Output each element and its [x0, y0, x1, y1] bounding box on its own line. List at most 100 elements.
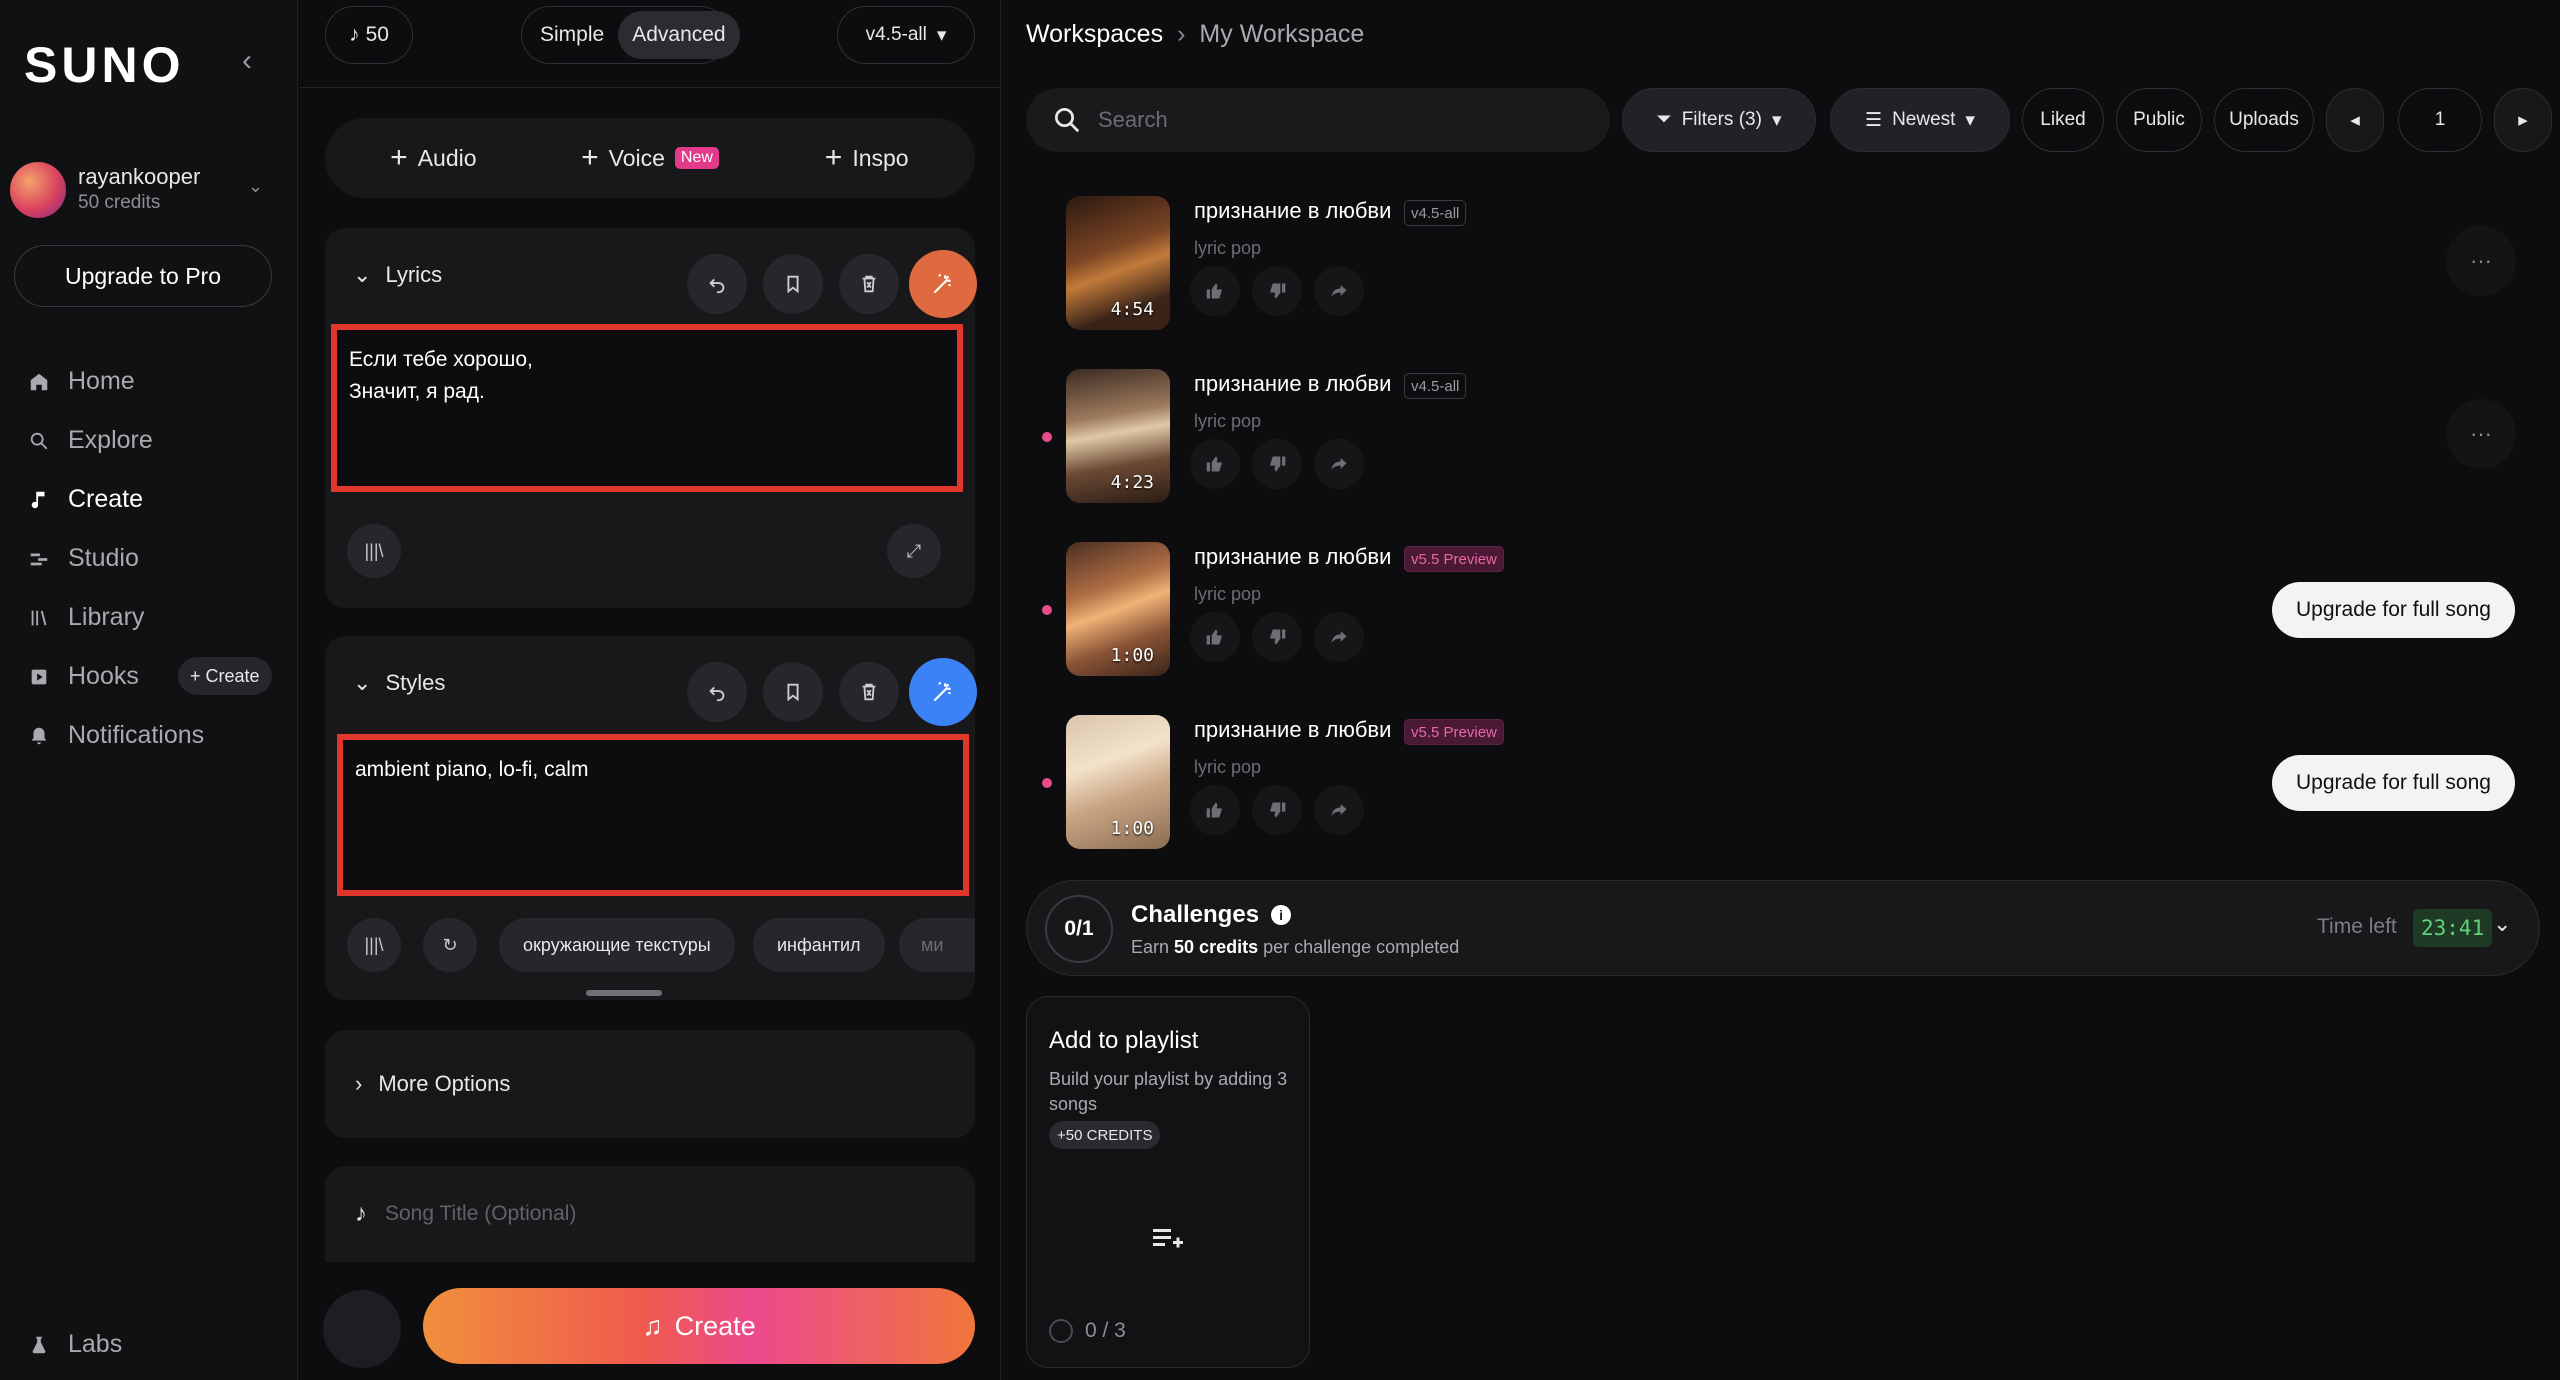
challenges-banner[interactable]: 0/1 Challenges i Earn 50 credits per cha… [1026, 880, 2540, 976]
public-filter-button[interactable]: Public [2116, 88, 2202, 152]
song-row[interactable]: 4:23 признание в любви v4.5-all lyric po… [1026, 353, 2540, 503]
sidebar-item-home[interactable]: Home [26, 352, 286, 411]
credits-pill[interactable]: ♪ 50 [325, 6, 413, 64]
thumbs-down-icon[interactable] [1252, 439, 1302, 489]
model-version-select[interactable]: v4.5-all ▾ [837, 6, 975, 64]
song-cover[interactable]: 1:00 [1066, 542, 1170, 676]
next-page-button[interactable]: ▸ [2494, 88, 2552, 152]
song-row[interactable]: 1:00 признание в любви v5.5 Preview lyri… [1026, 699, 2540, 849]
sidebar-item-studio[interactable]: Studio [26, 529, 286, 588]
library-icon[interactable]: |||\ [347, 524, 401, 578]
collapse-sidebar-icon[interactable]: ‹ [232, 46, 262, 76]
share-icon[interactable] [1314, 785, 1364, 835]
bookmark-button[interactable] [763, 662, 823, 722]
thumbs-down-icon[interactable] [1252, 612, 1302, 662]
style-tag-chip[interactable]: ми [899, 918, 975, 972]
liked-filter-button[interactable]: Liked [2022, 88, 2104, 152]
create-song-button[interactable]: ♫ Create [423, 1288, 975, 1364]
expand-icon[interactable]: ⤢ [887, 524, 941, 578]
challenge-progress: 0/1 [1045, 895, 1113, 963]
generate-styles-button[interactable] [909, 658, 977, 726]
search-input[interactable] [1098, 107, 1578, 133]
thumbs-up-icon[interactable] [1190, 785, 1240, 835]
share-icon[interactable] [1314, 266, 1364, 316]
sidebar-item-hooks[interactable]: Hooks + Create [26, 647, 286, 706]
studio-icon [26, 546, 52, 572]
clear-button[interactable] [839, 254, 899, 314]
lyrics-toggle[interactable]: ⌄ Lyrics [353, 262, 442, 288]
challenges-title-text: Challenges [1131, 901, 1260, 928]
song-row[interactable]: 1:00 признание в любви v5.5 Preview lyri… [1026, 526, 2540, 676]
thumbs-up-icon[interactable] [1190, 612, 1240, 662]
upgrade-full-song-button[interactable]: Upgrade for full song [2272, 755, 2515, 811]
user-menu[interactable]: rayankooper 50 credits ⌄ [10, 160, 270, 220]
resize-handle[interactable] [586, 990, 662, 996]
page-number[interactable]: 1 [2398, 88, 2482, 152]
uploads-filter-button[interactable]: Uploads [2214, 88, 2314, 152]
advanced-mode-button[interactable]: Advanced [618, 11, 740, 59]
upgrade-to-pro-button[interactable]: Upgrade to Pro [14, 245, 272, 307]
challenge-card[interactable]: Add to playlist Build your playlist by a… [1026, 996, 1310, 1368]
generate-lyrics-button[interactable] [909, 250, 977, 318]
hooks-icon [26, 664, 52, 690]
chevron-right-icon: › [355, 1071, 363, 1096]
song-genre[interactable]: lyric pop [1194, 584, 1261, 605]
avatar [10, 162, 66, 218]
thumbs-up-icon[interactable] [1190, 439, 1240, 489]
song-title[interactable]: признание в любви [1194, 717, 1391, 743]
song-actions [1190, 266, 1364, 316]
create-panel: ♪ 50 Simple Advanced v4.5-all ▾ + Audio … [299, 0, 1001, 1380]
song-genre[interactable]: lyric pop [1194, 411, 1261, 432]
song-cover[interactable]: 1:00 [1066, 715, 1170, 849]
more-options-toggle[interactable]: › More Options [325, 1030, 975, 1138]
library-icon[interactable]: |||\ [347, 918, 401, 972]
sort-button[interactable]: ☰ Newest ▾ [1830, 88, 2010, 152]
refresh-tags-icon[interactable]: ↻ [423, 918, 477, 972]
undo-button[interactable] [687, 254, 747, 314]
clear-button[interactable] [839, 662, 899, 722]
sidebar-item-explore[interactable]: Explore [26, 411, 286, 470]
song-cover[interactable]: 4:54 [1066, 196, 1170, 330]
sidebar-item-create[interactable]: Create [26, 470, 286, 529]
more-options-icon[interactable]: ··· [2446, 399, 2516, 469]
breadcrumb-workspaces[interactable]: Workspaces [1026, 20, 1163, 49]
thumbs-up-icon[interactable] [1190, 266, 1240, 316]
sidebar-item-labs[interactable]: Labs [26, 1330, 122, 1359]
sidebar-item-notifications[interactable]: Notifications [26, 706, 286, 765]
song-title[interactable]: признание в любви [1194, 544, 1391, 570]
thumbs-down-icon[interactable] [1252, 785, 1302, 835]
styles-toggle[interactable]: ⌄ Styles [353, 670, 445, 696]
hooks-create-button[interactable]: + Create [178, 657, 272, 695]
song-title-input[interactable] [385, 1202, 885, 1226]
lyrics-input[interactable] [331, 324, 963, 492]
song-genre[interactable]: lyric pop [1194, 238, 1261, 259]
chevron-down-icon[interactable]: ⌄ [2493, 911, 2511, 937]
undo-button[interactable] [687, 662, 747, 722]
create-topbar: ♪ 50 Simple Advanced v4.5-all ▾ [299, 0, 1001, 88]
styles-input[interactable] [337, 734, 969, 896]
bookmark-button[interactable] [763, 254, 823, 314]
sidebar-item-library[interactable]: Library [26, 588, 286, 647]
simple-mode-button[interactable]: Simple [526, 11, 618, 59]
info-icon[interactable]: i [1271, 905, 1292, 925]
add-voice-button[interactable]: + Voice New [542, 118, 759, 198]
song-row[interactable]: 4:54 признание в любви v4.5-all lyric po… [1026, 180, 2540, 330]
more-options-icon[interactable]: ··· [2446, 226, 2516, 296]
bottom-option-button[interactable] [323, 1290, 401, 1368]
suno-logo[interactable]: SUNO [24, 36, 184, 94]
style-tag-chip[interactable]: инфантил [753, 918, 885, 972]
share-icon[interactable] [1314, 439, 1364, 489]
prev-page-button[interactable]: ◂ [2326, 88, 2384, 152]
thumbs-down-icon[interactable] [1252, 266, 1302, 316]
trash-icon [862, 683, 876, 701]
song-title[interactable]: признание в любви [1194, 198, 1391, 224]
upgrade-full-song-button[interactable]: Upgrade for full song [2272, 582, 2515, 638]
song-cover[interactable]: 4:23 [1066, 369, 1170, 503]
share-icon[interactable] [1314, 612, 1364, 662]
filters-button[interactable]: ⏷ Filters (3) ▾ [1622, 88, 1816, 152]
add-inspo-button[interactable]: + Inspo [758, 118, 975, 198]
style-tag-chip[interactable]: окружающие текстуры [499, 918, 735, 972]
song-genre[interactable]: lyric pop [1194, 757, 1261, 778]
add-audio-button[interactable]: + Audio [325, 118, 542, 198]
song-title[interactable]: признание в любви [1194, 371, 1391, 397]
